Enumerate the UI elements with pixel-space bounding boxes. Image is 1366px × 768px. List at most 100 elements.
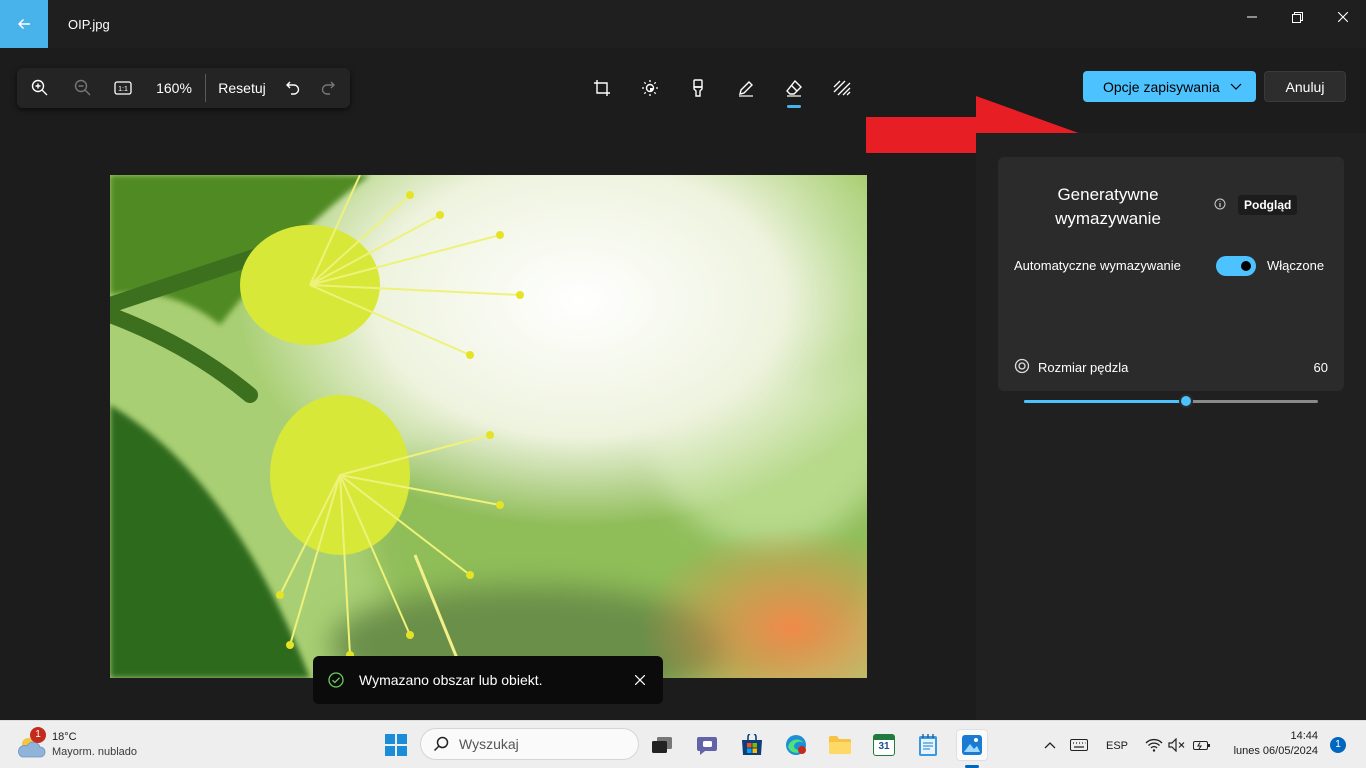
eraser-icon	[786, 79, 802, 97]
minimize-button[interactable]	[1229, 0, 1275, 34]
panel-title-line2: wymazywanie	[1055, 209, 1161, 228]
task-view-button[interactable]	[646, 729, 678, 761]
back-button[interactable]	[0, 0, 48, 48]
close-icon	[1338, 12, 1348, 22]
slider-fill	[1024, 400, 1186, 403]
background-tool[interactable]	[818, 68, 866, 108]
calendar-day: 31	[878, 741, 890, 752]
keyboard-icon[interactable]	[1070, 739, 1088, 751]
weather-widget[interactable]: 1 18°C Mayorm. nublado	[14, 727, 154, 763]
windows-icon	[385, 734, 407, 756]
weather-description: Mayorm. nublado	[52, 746, 137, 758]
folder-icon	[829, 736, 851, 754]
retouch-icon	[693, 79, 703, 97]
erase-tool[interactable]	[770, 68, 818, 108]
edit-tools	[578, 68, 866, 108]
photos-button[interactable]	[956, 729, 988, 761]
save-options-button[interactable]: Opcje zapisywania	[1083, 71, 1256, 102]
store-button[interactable]	[736, 729, 768, 761]
wifi-icon[interactable]	[1145, 738, 1163, 752]
clock-time[interactable]: 14:44	[1290, 730, 1318, 742]
save-options-label: Opcje zapisywania	[1103, 78, 1220, 95]
zoom-out-button[interactable]	[63, 68, 103, 108]
auto-erase-label: Automatyczne wymazywanie	[1014, 258, 1181, 273]
slider-thumb[interactable]	[1178, 394, 1193, 408]
brush-size-icon	[1014, 358, 1030, 374]
arrow-left-icon	[17, 18, 30, 30]
close-icon[interactable]	[635, 675, 645, 685]
calendar-icon: 31	[873, 734, 895, 756]
photos-icon	[962, 735, 982, 755]
brush-size-value: 60	[1313, 360, 1328, 375]
notepad-button[interactable]	[912, 729, 944, 761]
speaker-muted-icon[interactable]	[1168, 738, 1186, 752]
toast-notification: Wymazano obszar lub obiekt.	[313, 656, 663, 704]
preview-badge: Podgląd	[1238, 195, 1298, 215]
zoom-in-button[interactable]	[17, 68, 63, 108]
file-explorer-button[interactable]	[824, 729, 856, 761]
chevron-up-icon[interactable]	[1044, 741, 1056, 749]
zoom-in-icon	[31, 79, 48, 96]
search-placeholder: Wyszukaj	[459, 736, 519, 752]
info-icon[interactable]	[1214, 198, 1226, 210]
search-icon	[433, 736, 449, 752]
markup-icon	[739, 81, 753, 97]
calendar-button[interactable]: 31	[868, 729, 900, 761]
generative-erase-card: Generatywne wymazywanie Podgląd Automaty…	[998, 157, 1344, 408]
reset-button[interactable]: Resetuj	[206, 68, 278, 108]
teams-chat-icon	[697, 737, 717, 755]
restore-icon	[1291, 11, 1303, 23]
start-button[interactable]	[380, 729, 412, 761]
brightness-icon	[642, 80, 658, 96]
redo-icon	[321, 81, 335, 95]
crop-tool[interactable]	[578, 68, 626, 108]
zoom-out-icon	[74, 79, 91, 96]
crop-icon	[594, 80, 610, 96]
undo-icon	[286, 81, 300, 95]
actual-size-icon: 1:1	[114, 81, 132, 95]
notification-badge[interactable]: 1	[1330, 737, 1346, 753]
auto-erase-toggle[interactable]	[1216, 256, 1256, 276]
markup-tool[interactable]	[722, 68, 770, 108]
language-indicator[interactable]: ESP	[1106, 740, 1128, 752]
photo-canvas[interactable]	[110, 175, 867, 678]
brush-size-label: Rozmiar pędzla	[1038, 360, 1129, 375]
background-icon	[833, 80, 851, 96]
flower-photo	[110, 175, 867, 678]
taskbar-search[interactable]: Wyszukaj	[420, 728, 639, 760]
check-circle-icon	[328, 672, 344, 688]
edge-icon	[786, 735, 806, 755]
task-view-icon	[652, 737, 672, 753]
restore-button[interactable]	[1274, 0, 1320, 34]
temperature: 18°C	[52, 731, 77, 743]
redo-button[interactable]	[308, 68, 348, 108]
retouch-tool[interactable]	[674, 68, 722, 108]
close-button[interactable]	[1320, 0, 1366, 34]
title-bar: OIP.jpg	[0, 0, 1366, 48]
minimize-icon	[1247, 16, 1257, 18]
svg-text:1:1: 1:1	[118, 86, 128, 93]
brush-size-slider[interactable]	[1024, 394, 1318, 408]
chevron-down-icon	[1230, 83, 1242, 90]
edge-button[interactable]	[780, 729, 812, 761]
weather-badge: 1	[30, 727, 46, 743]
panel-title-line1: Generatywne	[1057, 185, 1159, 204]
zoom-toolbar: 1:1 160% Resetuj	[17, 68, 350, 108]
clock-date[interactable]: lunes 06/05/2024	[1234, 745, 1318, 757]
editor-area: 1:1 160% Resetuj Opcje zapisywania Anulu…	[0, 48, 1366, 720]
adjust-tool[interactable]	[626, 68, 674, 108]
notepad-icon	[919, 734, 937, 756]
actual-size-button[interactable]: 1:1	[103, 68, 143, 108]
toggle-knob	[1241, 261, 1251, 271]
panel-title: Generatywne wymazywanie	[1038, 183, 1178, 231]
cancel-button[interactable]: Anuluj	[1264, 71, 1346, 102]
taskbar: 1 18°C Mayorm. nublado Wyszukaj 31 ESP 1…	[0, 720, 1366, 768]
auto-erase-state: Włączone	[1267, 258, 1325, 273]
toast-message: Wymazano obszar lub obiekt.	[359, 672, 543, 688]
window-title: OIP.jpg	[68, 17, 110, 32]
store-icon	[742, 734, 762, 755]
teams-button[interactable]	[692, 729, 724, 761]
battery-charging-icon[interactable]	[1193, 738, 1211, 752]
undo-button[interactable]	[278, 68, 308, 108]
zoom-level[interactable]: 160%	[143, 68, 205, 108]
